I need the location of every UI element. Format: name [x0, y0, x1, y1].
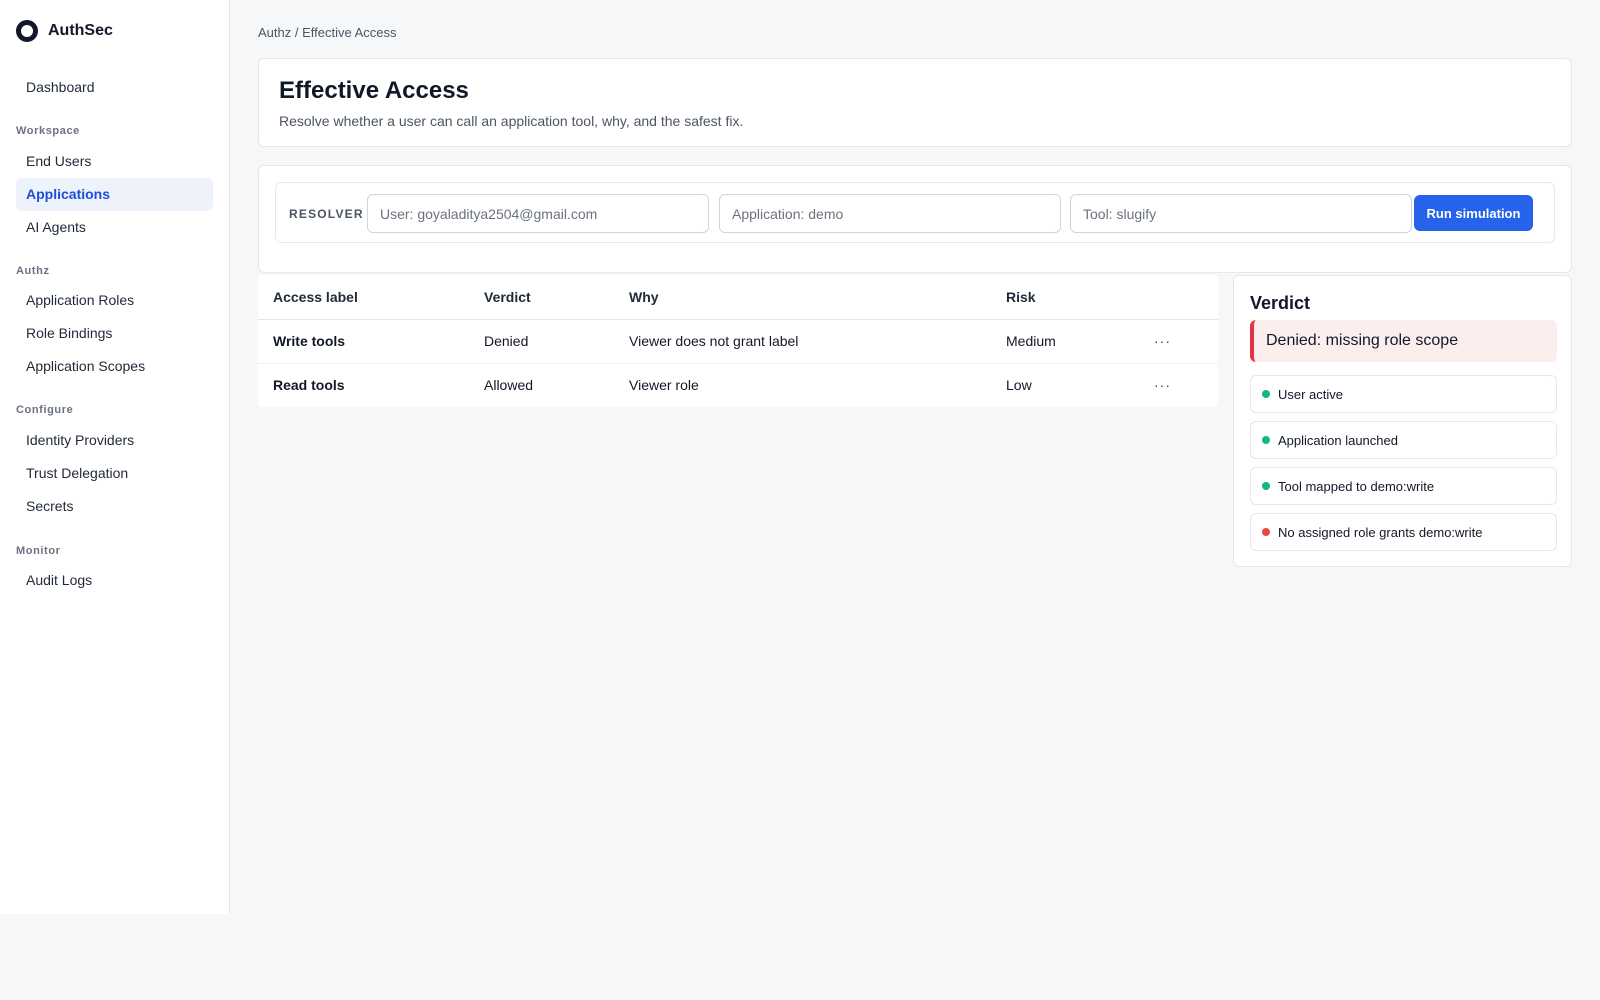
check-item: No assigned role grants demo:write	[1250, 513, 1557, 551]
verdict-panel: Verdict Denied: missing role scope User …	[1233, 275, 1572, 567]
table-header-row: Access label Verdict Why Risk	[258, 275, 1218, 320]
check-text: User active	[1278, 386, 1344, 402]
cell-verdict: Denied	[484, 319, 629, 364]
column-header-access-label: Access label	[258, 275, 484, 320]
cell-verdict: Allowed	[484, 377, 534, 394]
sidebar-item-dashboard[interactable]: Dashboard	[16, 71, 213, 104]
page-subtitle: Resolve whether a user can call an appli…	[279, 113, 744, 129]
sidebar-item-applications[interactable]: Applications	[16, 178, 213, 211]
sidebar: AuthSec Dashboard Workspace End Users Ap…	[0, 0, 230, 914]
check-text: Application launched	[1278, 432, 1398, 448]
brand[interactable]: AuthSec	[16, 20, 113, 42]
check-item: Application launched	[1250, 421, 1557, 459]
status-dot-icon	[1262, 390, 1270, 398]
check-item: User active	[1250, 375, 1557, 413]
sidebar-section-authz: Authz	[16, 265, 50, 277]
sidebar-section-configure: Configure	[16, 404, 74, 416]
brand-logo-icon	[16, 20, 38, 42]
status-dot-icon	[1262, 528, 1270, 536]
status-dot-icon	[1262, 436, 1270, 444]
table-row[interactable]: Write tools Denied Viewer does not grant…	[258, 319, 1218, 364]
more-options-icon[interactable]: ···	[1154, 377, 1171, 393]
user-input[interactable]	[367, 194, 709, 233]
breadcrumb: Authz / Effective Access	[258, 25, 397, 40]
access-table: Access label Verdict Why Risk Write tool…	[258, 275, 1218, 407]
brand-name: AuthSec	[48, 22, 113, 39]
sidebar-item-application-scopes[interactable]: Application Scopes	[16, 350, 213, 383]
run-simulation-button[interactable]: Run simulation	[1414, 195, 1533, 231]
column-header-risk: Risk	[1006, 275, 1154, 320]
tool-input[interactable]	[1070, 194, 1412, 233]
cell-why: Viewer role	[629, 377, 699, 394]
cell-risk: Medium	[1006, 319, 1154, 364]
sidebar-item-secrets[interactable]: Secrets	[16, 490, 213, 523]
sidebar-section-monitor: Monitor	[16, 545, 61, 557]
resolver-card: RESOLVER Run simulation	[258, 165, 1572, 273]
verdict-title: Verdict	[1250, 293, 1311, 313]
verdict-banner: Denied: missing role scope	[1250, 320, 1557, 362]
column-header-verdict: Verdict	[484, 275, 629, 320]
application-input[interactable]	[719, 194, 1061, 233]
sidebar-item-ai-agents[interactable]: AI Agents	[16, 211, 213, 244]
sidebar-item-trust-delegation[interactable]: Trust Delegation	[16, 457, 213, 490]
status-dot-icon	[1262, 482, 1270, 490]
access-table-card: Access label Verdict Why Risk Write tool…	[258, 275, 1218, 407]
check-text: No assigned role grants demo:write	[1278, 524, 1483, 540]
cell-risk: Low	[1006, 377, 1032, 394]
column-header-actions	[1154, 275, 1218, 320]
page-title: Effective Access	[279, 77, 469, 104]
cell-why: Viewer does not grant label	[629, 319, 1006, 364]
sidebar-section-workspace: Workspace	[16, 125, 80, 137]
more-options-icon[interactable]: ···	[1154, 333, 1171, 349]
column-header-why: Why	[629, 275, 1006, 320]
cell-access-label: Write tools	[258, 319, 484, 364]
sidebar-item-role-bindings[interactable]: Role Bindings	[16, 317, 213, 350]
sidebar-item-audit-logs[interactable]: Audit Logs	[16, 564, 213, 597]
check-item: Tool mapped to demo:write	[1250, 467, 1557, 505]
table-row[interactable]: Read tools Allowed Viewer role Low ···	[258, 363, 1218, 407]
sidebar-item-end-users[interactable]: End Users	[16, 145, 213, 178]
resolver-label: RESOLVER	[289, 207, 364, 221]
cell-access-label: Read tools	[273, 377, 345, 394]
check-text: Tool mapped to demo:write	[1278, 478, 1435, 494]
resolver-form: RESOLVER Run simulation	[275, 182, 1555, 243]
sidebar-item-identity-providers[interactable]: Identity Providers	[16, 424, 213, 457]
page-header-card: Effective Access Resolve whether a user …	[258, 58, 1572, 147]
sidebar-item-application-roles[interactable]: Application Roles	[16, 284, 213, 317]
